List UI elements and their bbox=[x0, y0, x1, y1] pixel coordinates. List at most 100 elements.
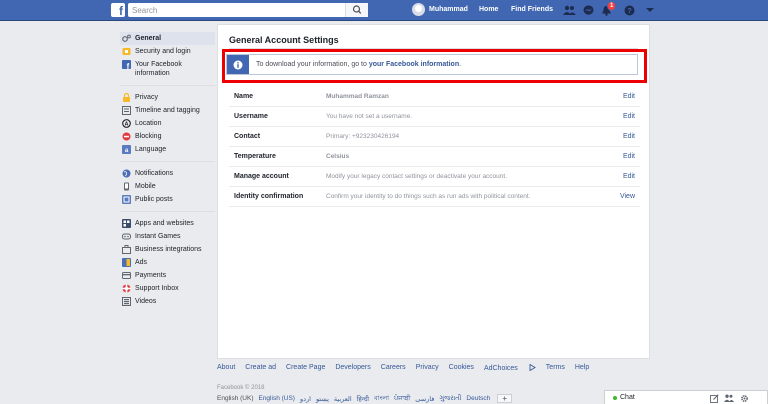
footer-link-careers[interactable]: Careers bbox=[381, 364, 406, 372]
info-icon bbox=[233, 60, 243, 69]
sidebar-item-security[interactable]: Security and login bbox=[120, 45, 215, 58]
sidebar-item-privacy[interactable]: Privacy bbox=[120, 91, 215, 104]
settings-row-username[interactable]: Username You have not set a username. Ed… bbox=[229, 107, 640, 127]
footer-link-create-page[interactable]: Create Page bbox=[286, 364, 325, 372]
row-value: Muhammad Ramzan bbox=[326, 93, 389, 100]
footer-links: About Create ad Create Page Developers C… bbox=[217, 363, 599, 372]
sidebar-item-label: Language bbox=[135, 146, 167, 153]
account-menu-icon[interactable] bbox=[643, 3, 657, 17]
new-group-icon[interactable] bbox=[724, 393, 734, 403]
sidebar-item-notifications[interactable]: Notifications bbox=[120, 167, 215, 180]
language-option[interactable]: فارسی bbox=[415, 395, 434, 403]
language-option[interactable]: Deutsch bbox=[466, 395, 490, 402]
settings-row-manage-account[interactable]: Manage account Modify your legacy contac… bbox=[229, 167, 640, 187]
sidebar-group-privacy: Privacy Timeline and tagging A Location … bbox=[120, 91, 215, 162]
friend-requests-icon[interactable] bbox=[562, 3, 576, 17]
language-option[interactable]: ਪੰਜਾਬੀ bbox=[394, 395, 410, 403]
sidebar-item-your-facebook-information[interactable]: f Your Facebook information bbox=[120, 58, 215, 80]
sidebar-item-apps[interactable]: Apps and websites bbox=[120, 217, 215, 230]
footer-link-privacy[interactable]: Privacy bbox=[416, 364, 439, 372]
sidebar-item-public-posts[interactable]: Public posts bbox=[120, 193, 215, 206]
info-tail: . bbox=[459, 61, 462, 68]
sidebar-group-notifications: Notifications Mobile Public posts bbox=[120, 167, 215, 212]
settings-row-contact[interactable]: Contact Primary: +923230426194 Edit bbox=[229, 127, 640, 147]
avatar[interactable] bbox=[412, 3, 425, 16]
view-identity-confirmation-button[interactable]: View bbox=[620, 193, 635, 200]
sidebar-item-label: General bbox=[135, 35, 162, 42]
support-icon bbox=[122, 284, 131, 293]
footer-link-adchoices[interactable]: AdChoices bbox=[484, 363, 536, 372]
language-option[interactable]: বাংলা bbox=[374, 393, 389, 404]
language-option[interactable]: اردو bbox=[300, 395, 311, 403]
row-value: Primary: +923230426194 bbox=[326, 133, 400, 140]
edit-temperature-button[interactable]: Edit bbox=[623, 153, 635, 160]
sidebar-item-business-integrations[interactable]: Business integrations bbox=[120, 243, 215, 256]
language-current: English (UK) bbox=[217, 395, 254, 402]
top-navigation-bar: f Muhammad Home Find Friends 1 ? bbox=[0, 0, 768, 21]
mobile-icon bbox=[122, 182, 131, 191]
chat-label: Chat bbox=[620, 394, 635, 401]
edit-contact-button[interactable]: Edit bbox=[623, 133, 635, 140]
chat-bar[interactable]: Chat bbox=[604, 390, 768, 404]
notification-badge: 1 bbox=[607, 1, 617, 11]
search-icon bbox=[352, 5, 362, 14]
facebook-logo-icon[interactable]: f bbox=[111, 3, 125, 18]
row-label: Manage account bbox=[234, 173, 289, 180]
sidebar-group-apps: Apps and websites Instant Games Business… bbox=[120, 217, 215, 308]
footer-link-create-ad[interactable]: Create ad bbox=[245, 364, 276, 372]
edit-username-button[interactable]: Edit bbox=[623, 113, 635, 120]
page-title: General Account Settings bbox=[229, 35, 339, 45]
sidebar-item-location[interactable]: A Location bbox=[120, 117, 215, 130]
language-option[interactable]: پښتو bbox=[316, 395, 329, 403]
language-option[interactable]: हिन्दी bbox=[357, 394, 369, 403]
info-strip bbox=[227, 55, 249, 74]
info-message: To download your information, go to bbox=[256, 61, 369, 68]
search-input[interactable] bbox=[128, 3, 338, 17]
language-option[interactable]: English (US) bbox=[258, 395, 294, 402]
footer-link-about[interactable]: About bbox=[217, 364, 235, 372]
facebook-icon: f bbox=[122, 60, 131, 69]
online-status-dot bbox=[613, 396, 617, 400]
facebook-information-link[interactable]: your Facebook information bbox=[369, 61, 459, 68]
settings-sidebar: General Security and login f Your Facebo… bbox=[120, 32, 215, 308]
sidebar-item-ads[interactable]: Ads bbox=[120, 256, 215, 269]
search-button[interactable] bbox=[345, 3, 368, 17]
home-link[interactable]: Home bbox=[479, 6, 498, 13]
sidebar-item-label: Business integrations bbox=[135, 246, 202, 253]
settings-row-name[interactable]: Name Muhammad Ramzan Edit bbox=[229, 87, 640, 107]
sidebar-item-label: Support Inbox bbox=[135, 285, 179, 292]
settings-row-identity-confirmation[interactable]: Identity confirmation Confirm your ident… bbox=[229, 187, 640, 207]
sidebar-item-timeline[interactable]: Timeline and tagging bbox=[120, 104, 215, 117]
messenger-icon[interactable] bbox=[581, 3, 595, 17]
chat-settings-gear-icon[interactable] bbox=[739, 393, 749, 403]
sidebar-item-label: Ads bbox=[135, 259, 148, 266]
sidebar-item-videos[interactable]: Videos bbox=[120, 295, 215, 308]
business-icon bbox=[122, 245, 131, 254]
footer-link-help[interactable]: Help bbox=[575, 364, 589, 372]
sidebar-item-support-inbox[interactable]: Support Inbox bbox=[120, 282, 215, 295]
language-icon: a bbox=[122, 145, 131, 154]
sidebar-item-mobile[interactable]: Mobile bbox=[120, 180, 215, 193]
location-icon: A bbox=[122, 119, 131, 128]
add-language-button[interactable]: + bbox=[497, 394, 513, 403]
sidebar-item-payments[interactable]: Payments bbox=[120, 269, 215, 282]
sidebar-item-blocking[interactable]: Blocking bbox=[120, 130, 215, 143]
gear-icon bbox=[122, 34, 131, 43]
compose-icon[interactable] bbox=[709, 393, 719, 403]
sidebar-item-label: Notifications bbox=[135, 170, 174, 177]
sidebar-item-instant-games[interactable]: Instant Games bbox=[120, 230, 215, 243]
edit-manage-account-button[interactable]: Edit bbox=[623, 173, 635, 180]
footer-link-terms[interactable]: Terms bbox=[546, 364, 565, 372]
language-option[interactable]: العربية bbox=[334, 395, 352, 403]
sidebar-item-general[interactable]: General bbox=[120, 32, 215, 45]
footer-link-cookies[interactable]: Cookies bbox=[449, 364, 474, 372]
footer-link-developers[interactable]: Developers bbox=[335, 364, 370, 372]
language-option[interactable]: ગુજરાતી bbox=[439, 395, 461, 403]
profile-link[interactable]: Muhammad bbox=[429, 6, 468, 13]
sidebar-item-label: Your Facebook information bbox=[135, 61, 182, 77]
find-friends-link[interactable]: Find Friends bbox=[511, 6, 553, 13]
edit-name-button[interactable]: Edit bbox=[623, 93, 635, 100]
settings-row-temperature[interactable]: Temperature Celsius Edit bbox=[229, 147, 640, 167]
sidebar-item-language[interactable]: a Language bbox=[120, 143, 215, 156]
help-icon[interactable]: ? bbox=[622, 3, 636, 17]
